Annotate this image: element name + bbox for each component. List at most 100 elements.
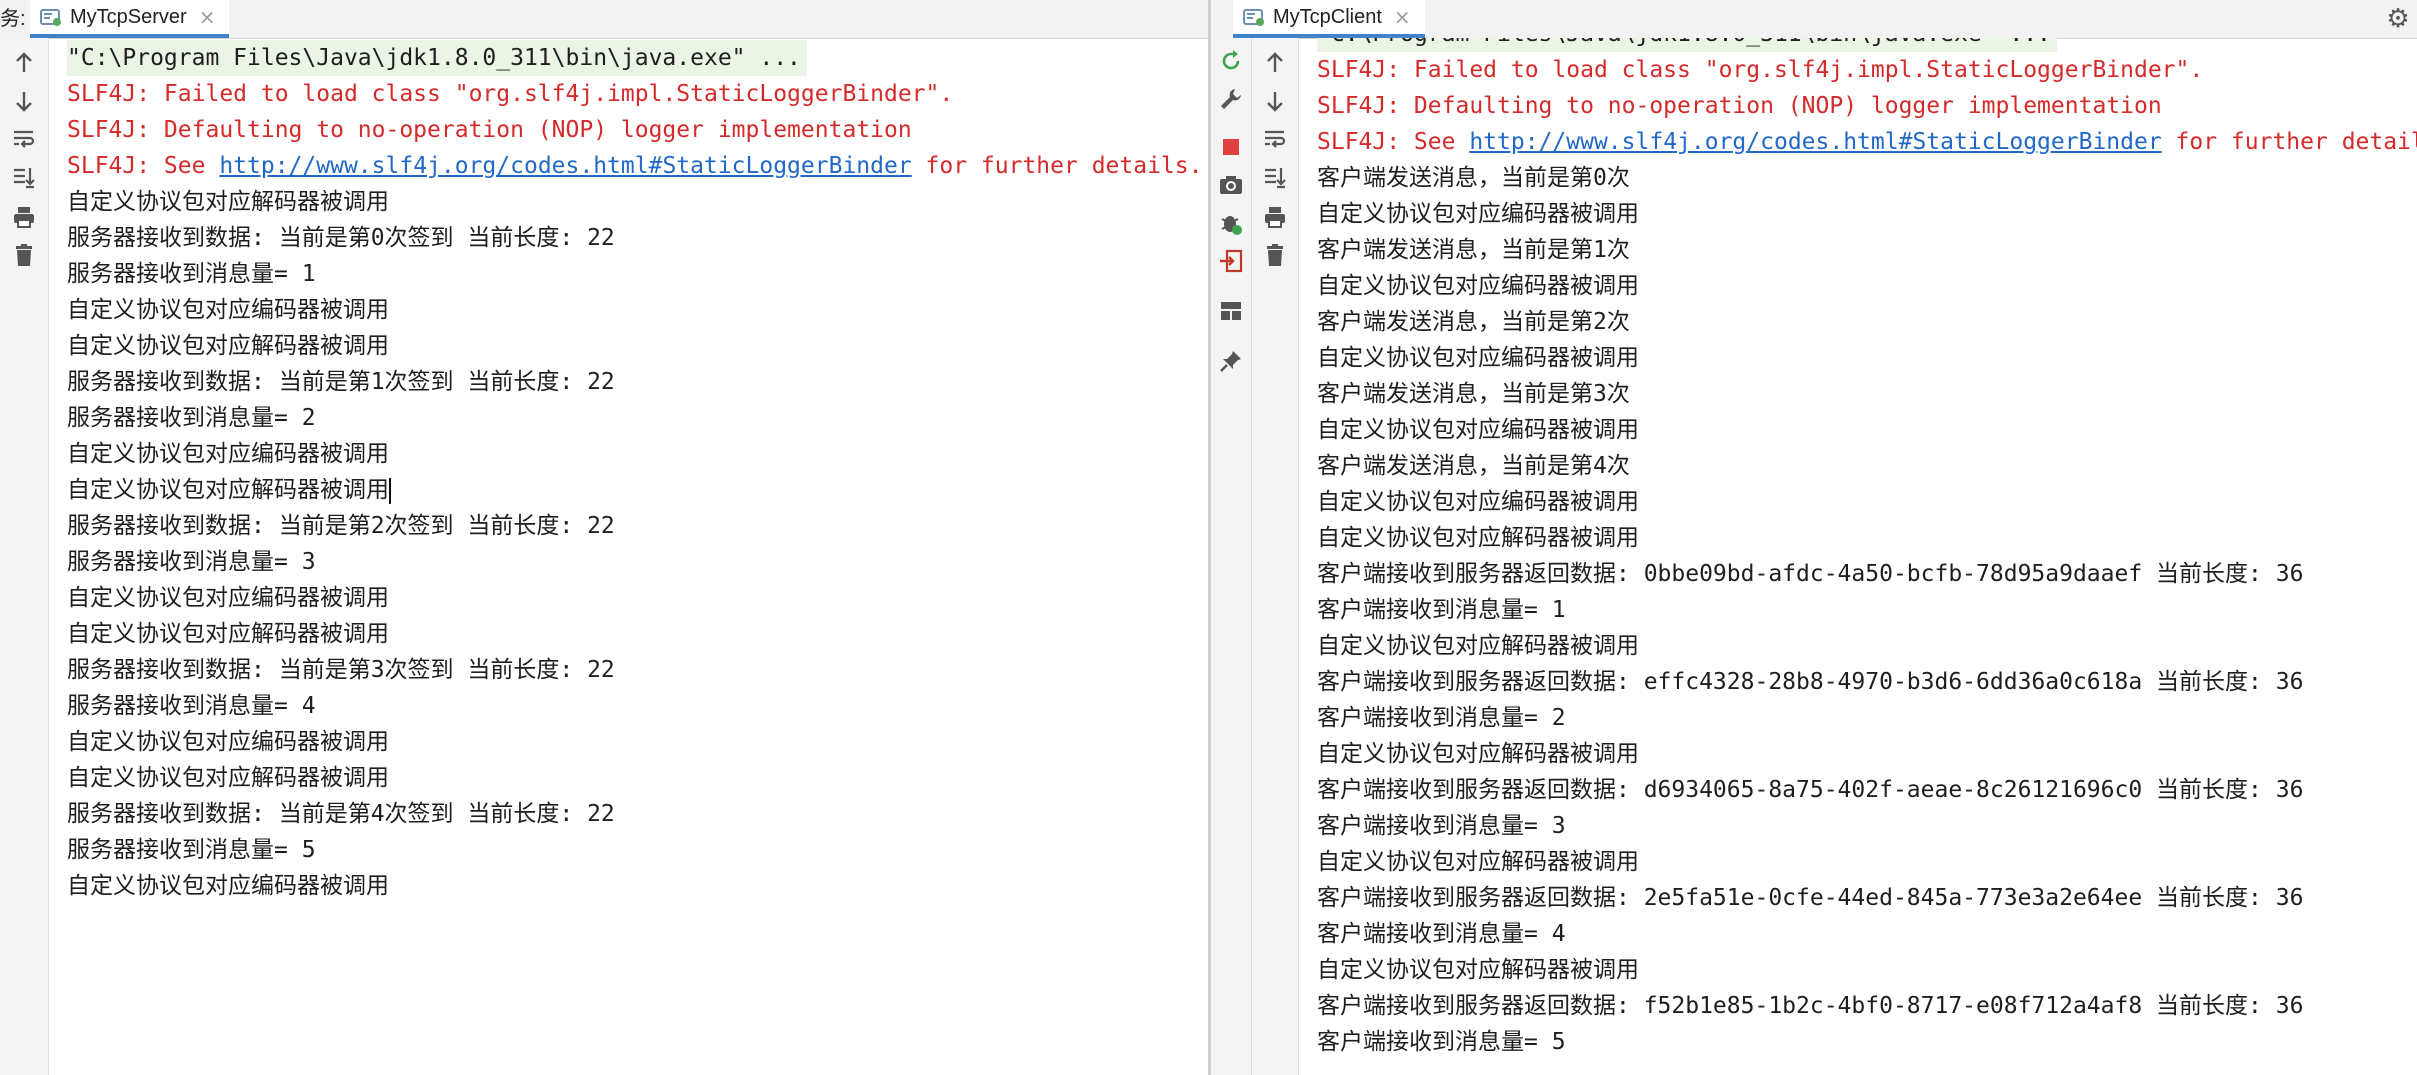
server-tab-strip: 务: MyTcpServer × <box>0 0 1208 39</box>
arrow-down-icon[interactable] <box>1258 84 1292 118</box>
scroll-to-end-icon[interactable] <box>1258 160 1292 194</box>
console-text: for further details. <box>2175 129 2417 155</box>
rerun-icon[interactable] <box>1214 44 1248 78</box>
console-text: 服务器接收到数据: 当前是第3次签到 当前长度: 22 <box>67 657 615 683</box>
console-line: 自定义协议包对应解码器被调用 <box>67 184 1202 220</box>
console-text: 自定义协议包对应解码器被调用 <box>1317 633 1639 659</box>
layout-icon[interactable] <box>1214 294 1248 328</box>
text-caret <box>389 477 391 504</box>
server-console-output[interactable]: "C:\Program Files\Java\jdk1.8.0_311\bin\… <box>49 38 1208 1075</box>
console-text: 客户端发送消息，当前是第3次 <box>1317 381 1630 407</box>
console-text: 服务器接收到消息量= 5 <box>67 837 316 863</box>
tab-label: MyTcpServer <box>70 5 187 28</box>
truncated-tool-label: 务: <box>0 8 26 30</box>
console-text: 服务器接收到数据: 当前是第1次签到 当前长度: 22 <box>67 369 615 395</box>
console-line: 自定义协议包对应编码器被调用 <box>67 580 1202 616</box>
console-line: 自定义协议包对应解码器被调用 <box>1317 844 2417 880</box>
console-line: 服务器接收到数据: 当前是第0次签到 当前长度: 22 <box>67 220 1202 256</box>
soft-wrap-icon[interactable] <box>7 122 41 156</box>
console-line: 自定义协议包对应编码器被调用 <box>1317 268 2417 304</box>
console-line: 服务器接收到消息量= 4 <box>67 688 1202 724</box>
console-line: 客户端接收到消息量= 1 <box>1317 592 2417 628</box>
console-line: 客户端接收到消息量= 3 <box>1317 808 2417 844</box>
console-link[interactable]: http://www.slf4j.org/codes.html#StaticLo… <box>219 153 911 179</box>
client-console-output[interactable]: "C:\Program Files\Java\jdk1.8.0_311\bin\… <box>1299 38 2417 1075</box>
trash-icon[interactable] <box>7 238 41 272</box>
client-run-panel: MyTcpClient × ⚙ SLF4J: Failed to load cl… <box>1211 0 2417 1075</box>
console-text: 自定义协议包对应解码器被调用 <box>67 765 389 791</box>
tab-mytcpclient[interactable]: MyTcpClient × <box>1233 0 1425 38</box>
console-line-command: "C:\Program Files\Java\jdk1.8.0_311\bin\… <box>67 40 807 76</box>
console-line: 自定义协议包对应解码器被调用 <box>67 472 1202 508</box>
console-text: 客户端接收到消息量= 2 <box>1317 705 1566 731</box>
console-text: 自定义协议包对应编码器被调用 <box>67 441 389 467</box>
console-text: 自定义协议包对应编码器被调用 <box>67 729 389 755</box>
console-text: "C:\Program Files\Java\jdk1.8.0_311\bin\… <box>67 45 801 71</box>
exit-icon[interactable] <box>1214 244 1248 278</box>
console-line: 客户端发送消息，当前是第3次 <box>1317 376 2417 412</box>
console-text: 客户端接收到服务器返回数据: d6934065-8a75-402f-aeae-8… <box>1317 777 2304 803</box>
console-text: SLF4J: Defaulting to no-operation (NOP) … <box>1317 93 2162 119</box>
close-tab-icon[interactable]: × <box>1394 5 1411 29</box>
debug-icon[interactable] <box>1214 206 1248 240</box>
arrow-up-icon[interactable] <box>7 46 41 80</box>
console-line: 自定义协议包对应解码器被调用 <box>1317 628 2417 664</box>
console-line: 服务器接收到消息量= 5 <box>67 832 1202 868</box>
wrench-icon[interactable] <box>1214 82 1248 116</box>
console-text: SLF4J: Failed to load class "org.slf4j.i… <box>1317 57 2204 83</box>
console-line: 自定义协议包对应解码器被调用 <box>67 616 1202 652</box>
close-tab-icon[interactable]: × <box>199 5 216 29</box>
console-line: 客户端接收到消息量= 2 <box>1317 700 2417 736</box>
print-icon[interactable] <box>7 200 41 234</box>
arrow-up-icon[interactable] <box>1258 46 1292 80</box>
arrow-down-icon[interactable] <box>7 84 41 118</box>
console-text: 客户端接收到服务器返回数据: 2e5fa51e-0cfe-44ed-845a-7… <box>1317 885 2304 911</box>
camera-icon[interactable] <box>1214 168 1248 202</box>
tab-mytcpserver[interactable]: MyTcpServer × <box>30 0 230 38</box>
console-text: 客户端接收到服务器返回数据: effc4328-28b8-4970-b3d6-6… <box>1317 669 2304 695</box>
console-line: 服务器接收到数据: 当前是第3次签到 当前长度: 22 <box>67 652 1202 688</box>
console-text: "C:\Program Files\Java\jdk1.8.0_311\bin\… <box>1317 38 2051 47</box>
console-line: 服务器接收到数据: 当前是第4次签到 当前长度: 22 <box>67 796 1202 832</box>
console-text: 自定义协议包对应解码器被调用 <box>67 333 389 359</box>
gear-icon[interactable]: ⚙ <box>2383 4 2413 34</box>
console-text: 自定义协议包对应解码器被调用 <box>67 189 389 215</box>
console-text: SLF4J: See <box>1317 129 1470 155</box>
soft-wrap-icon[interactable] <box>1258 122 1292 156</box>
console-text: 自定义协议包对应编码器被调用 <box>1317 345 1639 371</box>
console-line: 客户端发送消息，当前是第0次 <box>1317 160 2417 196</box>
console-text: 服务器接收到消息量= 3 <box>67 549 316 575</box>
console-line-error: SLF4J: See http://www.slf4j.org/codes.ht… <box>67 148 1202 184</box>
client-tab-strip: MyTcpClient × ⚙ <box>1211 0 2417 39</box>
console-line: 客户端接收到服务器返回数据: 2e5fa51e-0cfe-44ed-845a-7… <box>1317 880 2417 916</box>
console-text: 服务器接收到消息量= 2 <box>67 405 316 431</box>
command-line-wrapper: "C:\Program Files\Java\jdk1.8.0_311\bin\… <box>1317 38 2417 52</box>
console-line-command: "C:\Program Files\Java\jdk1.8.0_311\bin\… <box>1317 38 2057 52</box>
console-text: 自定义协议包对应编码器被调用 <box>67 873 389 899</box>
console-line: 服务器接收到数据: 当前是第1次签到 当前长度: 22 <box>67 364 1202 400</box>
stop-icon[interactable] <box>1214 130 1248 164</box>
console-line: 客户端接收到服务器返回数据: effc4328-28b8-4970-b3d6-6… <box>1317 664 2417 700</box>
pin-icon[interactable] <box>1214 344 1248 378</box>
scroll-to-end-icon[interactable] <box>7 160 41 194</box>
console-line: 客户端接收到服务器返回数据: d6934065-8a75-402f-aeae-8… <box>1317 772 2417 808</box>
console-line: 自定义协议包对应编码器被调用 <box>67 292 1202 328</box>
console-text: 自定义协议包对应解码器被调用 <box>1317 849 1639 875</box>
console-line: 客户端发送消息，当前是第2次 <box>1317 304 2417 340</box>
console-line: 自定义协议包对应解码器被调用 <box>67 328 1202 364</box>
console-line-error: SLF4J: Defaulting to no-operation (NOP) … <box>1317 88 2417 124</box>
console-link[interactable]: http://www.slf4j.org/codes.html#StaticLo… <box>1469 129 2161 155</box>
console-text: 服务器接收到消息量= 1 <box>67 261 316 287</box>
console-line: 自定义协议包对应编码器被调用 <box>1317 484 2417 520</box>
trash-icon[interactable] <box>1258 238 1292 272</box>
console-line: 自定义协议包对应编码器被调用 <box>1317 340 2417 376</box>
console-text: 客户端接收到消息量= 3 <box>1317 813 1566 839</box>
console-text: 自定义协议包对应解码器被调用 <box>67 621 389 647</box>
console-text: 自定义协议包对应解码器被调用 <box>1317 741 1639 767</box>
print-icon[interactable] <box>1258 200 1292 234</box>
console-line: 自定义协议包对应解码器被调用 <box>1317 736 2417 772</box>
console-text: 自定义协议包对应编码器被调用 <box>1317 417 1639 443</box>
console-text: 自定义协议包对应编码器被调用 <box>1317 273 1639 299</box>
console-text: SLF4J: Defaulting to no-operation (NOP) … <box>67 117 912 143</box>
console-text: 客户端发送消息，当前是第2次 <box>1317 309 1630 335</box>
